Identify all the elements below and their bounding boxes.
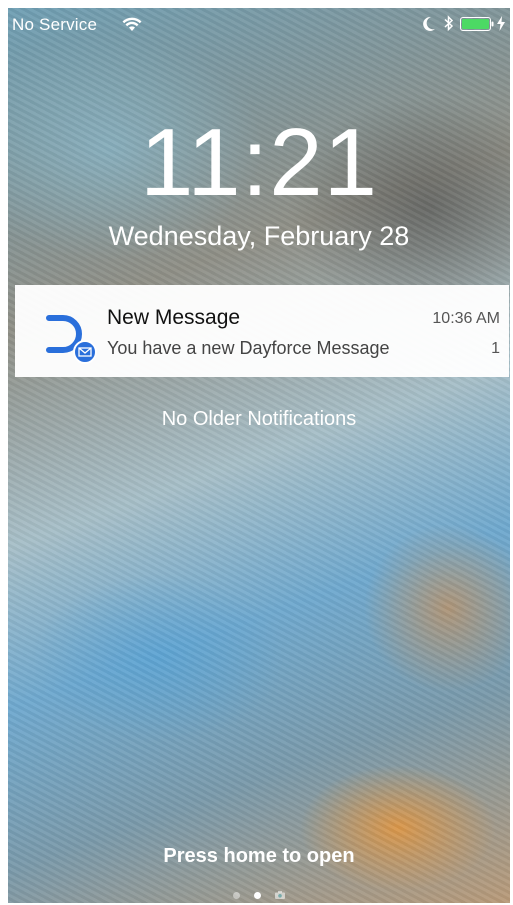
notification-time: 10:36 AM	[432, 310, 500, 327]
lock-date: Wednesday, February 28	[108, 221, 410, 251]
battery-icon	[460, 17, 494, 31]
no-older-notifications: No Older Notifications	[161, 408, 357, 430]
mail-icon	[73, 340, 97, 364]
camera-icon	[275, 891, 286, 899]
notification-title: New Message	[107, 306, 241, 329]
press-home-hint: Press home to open	[163, 845, 355, 867]
notification-count: 1	[491, 340, 500, 357]
notification-card[interactable]: New Message You have a new Dayforce Mess…	[15, 285, 509, 377]
page-indicator[interactable]	[8, 886, 510, 899]
wifi-icon	[122, 17, 142, 31]
carrier-label: No Service	[12, 15, 98, 34]
moon-icon	[423, 16, 435, 31]
status-icons	[422, 15, 506, 33]
page-dot	[232, 892, 240, 899]
bluetooth-icon	[444, 15, 454, 32]
status-bar: No Service	[8, 8, 510, 38]
charging-icon	[497, 16, 505, 31]
lock-clock: 11:21	[139, 109, 379, 216]
dayforce-icon	[46, 315, 97, 364]
lock-screen: No Service 11:21 Wednesday, February 28	[8, 8, 510, 903]
notification-body: You have a new Dayforce Message	[107, 338, 390, 358]
page-dot-active	[254, 892, 261, 899]
